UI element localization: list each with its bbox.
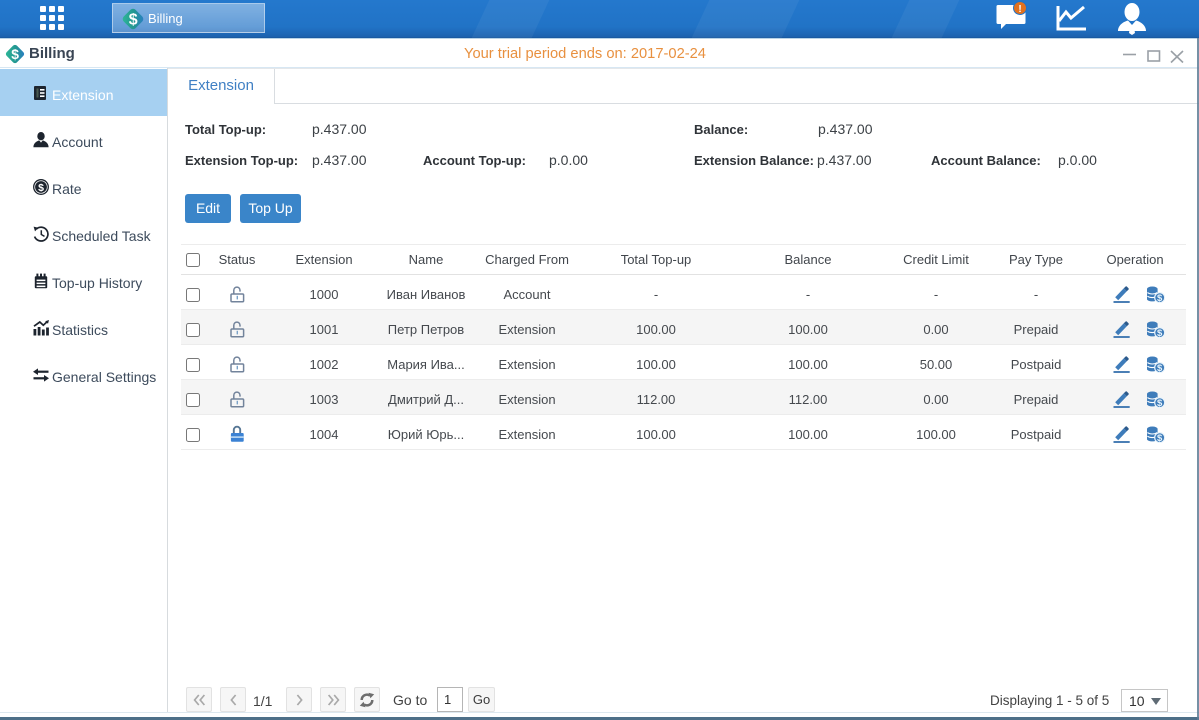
svg-text:$: $ [1157, 433, 1163, 443]
svg-text:!: ! [1018, 4, 1021, 15]
svg-text:$: $ [1157, 293, 1163, 303]
svg-text:$: $ [1157, 363, 1163, 373]
svg-text:$: $ [1157, 398, 1163, 408]
svg-text:$: $ [1157, 328, 1163, 338]
svg-text:$: $ [11, 46, 19, 62]
svg-text:$: $ [129, 12, 138, 29]
svg-text:$: $ [38, 182, 44, 194]
